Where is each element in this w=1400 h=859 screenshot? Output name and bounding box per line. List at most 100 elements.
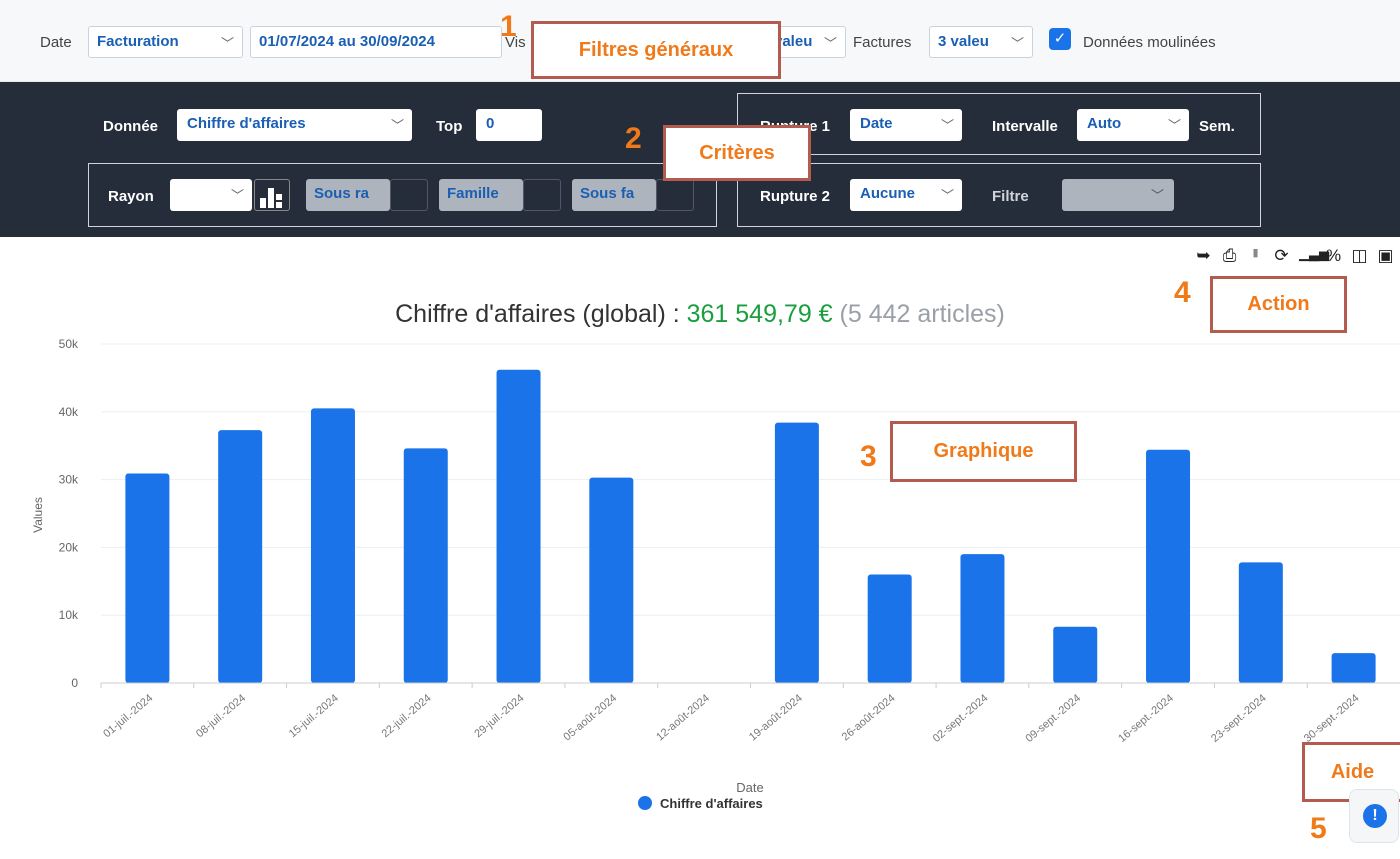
percent-icon[interactable]: % [1325, 246, 1342, 266]
factures-select[interactable]: 3 valeu ﹀ [929, 26, 1033, 58]
annotation-criteres: Critères [663, 125, 811, 181]
annotation-filtres-generaux: Filtres généraux [531, 21, 781, 79]
donnees-moulinees-label: Données moulinées [1083, 34, 1216, 51]
chevron-down-icon: ﹀ [940, 188, 954, 203]
x-tick-label: 26-août-2024 [840, 692, 898, 743]
famille-select[interactable]: Famille [439, 179, 523, 211]
x-tick-label: 23-sept.-2024 [1209, 692, 1269, 745]
legend-label: Chiffre d'affaires [660, 796, 763, 811]
chevron-down-icon: ﹀ [1167, 118, 1181, 133]
columns-icon[interactable]: ◫ [1351, 246, 1368, 266]
sous-rayon-value: Sous ra [314, 185, 370, 202]
bar [496, 369, 541, 683]
x-axis-label: Date [736, 780, 763, 795]
date-range-field[interactable]: 01/07/2024 au 30/09/2024 [250, 26, 502, 58]
price-tag-icon[interactable]: ▮ [1247, 246, 1264, 266]
top-value: 0 [486, 115, 495, 132]
intervalle-select[interactable]: Auto ﹀ [1077, 109, 1189, 141]
x-tick-label: 05-août-2024 [561, 692, 619, 743]
intervalle-label: Intervalle [992, 118, 1058, 135]
bar [310, 408, 355, 683]
hierarchy-icon[interactable] [254, 179, 290, 211]
x-tick-label: 01-juil.-2024 [101, 692, 155, 740]
print-icon[interactable]: ⎙ [1221, 246, 1238, 266]
y-tick-label: 30k [59, 473, 79, 487]
info-icon: ! [1363, 804, 1387, 828]
factures-value: 3 valeu [938, 33, 989, 50]
chevron-down-icon: ﹀ [940, 118, 954, 133]
y-tick-label: 10k [59, 608, 79, 622]
famille-toggle[interactable] [523, 179, 561, 211]
bar [218, 430, 263, 683]
bar [774, 422, 819, 683]
bar [1053, 626, 1098, 683]
chart-toolbar: ➥ ⎙ ▮ ⟳ ▁▃▅ % ◫ ▣ [1195, 246, 1394, 266]
rupture1-value: Date [860, 115, 893, 132]
bar [1331, 653, 1376, 683]
date-label: Date [40, 34, 72, 51]
vis-select[interactable]: valeu ﹀ [773, 26, 846, 58]
annotation-action: Action [1210, 276, 1347, 333]
sem-label: Sem. [1199, 118, 1235, 135]
bar [589, 477, 634, 683]
export-icon[interactable]: ➥ [1195, 246, 1212, 266]
refresh-icon[interactable]: ⟳ [1273, 246, 1290, 266]
famille-value: Famille [447, 185, 499, 202]
x-tick-label: 22-juil.-2024 [380, 692, 434, 740]
x-tick-label: 30-sept.-2024 [1302, 692, 1362, 745]
chevron-down-icon: ﹀ [1150, 188, 1164, 203]
x-tick-label: 08-juil.-2024 [194, 692, 248, 740]
legend-marker [638, 796, 652, 810]
save-icon[interactable]: ▣ [1377, 246, 1394, 266]
donnees-moulinees-checkbox[interactable]: ✓ [1049, 28, 1071, 50]
bar [960, 554, 1005, 683]
sous-famille-select[interactable]: Sous fa [572, 179, 656, 211]
sous-rayon-select[interactable]: Sous ra [306, 179, 390, 211]
y-axis-label: Values [31, 497, 45, 533]
sous-famille-value: Sous fa [580, 185, 635, 202]
x-tick-label: 29-juil.-2024 [472, 692, 526, 740]
top-label: Top [436, 118, 463, 135]
chart-title-amount: 361 549,79 € [686, 300, 833, 328]
chevron-down-icon: ﹀ [230, 188, 244, 203]
factures-label: Factures [853, 34, 912, 51]
bar-chart: 0 10k 20k 30k 40k 50k Values 01-juil.-2024 08-ju… [31, 337, 1400, 811]
bar [1146, 449, 1191, 683]
donnee-label: Donnée [103, 118, 159, 135]
annotation-number-3: 3 [860, 440, 877, 473]
rupture1-select[interactable]: Date ﹀ [850, 109, 962, 141]
bar [1238, 562, 1283, 683]
sous-rayon-toggle[interactable] [390, 179, 428, 211]
x-tick-label: 09-sept.-2024 [1023, 692, 1083, 745]
date-range-value: 01/07/2024 au 30/09/2024 [259, 33, 435, 50]
bar [125, 473, 170, 683]
rupture2-select[interactable]: Aucune ﹀ [850, 179, 962, 211]
bar [403, 448, 448, 683]
filtre-select[interactable]: ﹀ [1062, 179, 1174, 211]
annotation-number-4: 4 [1174, 276, 1191, 309]
x-tick-label: 12-août-2024 [654, 692, 712, 743]
donnee-value: Chiffre d'affaires [187, 115, 306, 132]
x-tick-label: 15-juil.-2024 [287, 692, 341, 740]
chart-title-suffix: (5 442 articles) [832, 300, 1005, 328]
date-type-value: Facturation [97, 33, 179, 50]
rupture2-value: Aucune [860, 185, 916, 202]
rupture2-label: Rupture 2 [760, 188, 831, 205]
chart-title-prefix: Chiffre d'affaires (global) : [395, 300, 687, 328]
filtre-label: Filtre [992, 188, 1029, 205]
annotation-graphique: Graphique [890, 421, 1077, 482]
y-tick-label: 40k [59, 405, 79, 419]
sous-famille-toggle[interactable] [656, 179, 694, 211]
top-input[interactable]: 0 [476, 109, 542, 141]
chevron-down-icon: ﹀ [220, 36, 234, 51]
x-tick-label: 16-sept.-2024 [1116, 692, 1176, 745]
chevron-down-icon: ﹀ [1010, 36, 1024, 51]
x-tick-label: 02-sept.-2024 [931, 692, 991, 745]
donnee-select[interactable]: Chiffre d'affaires ﹀ [177, 109, 412, 141]
rayon-select[interactable]: ﹀ [170, 179, 252, 211]
date-type-select[interactable]: Facturation ﹀ [88, 26, 243, 58]
help-button[interactable]: ! [1349, 789, 1399, 843]
annotation-number-5: 5 [1310, 812, 1327, 845]
annotation-number-1: 1 [500, 10, 517, 43]
bar-chart-icon[interactable]: ▁▃▅ [1299, 246, 1329, 266]
